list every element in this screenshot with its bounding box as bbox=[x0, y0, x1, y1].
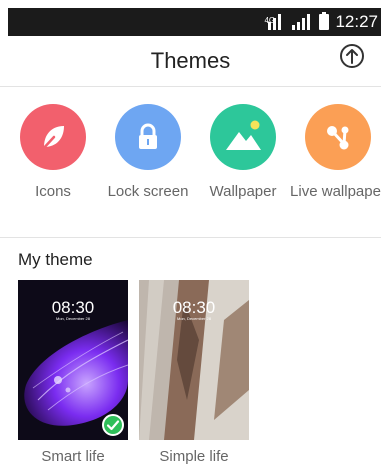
signal-icon: 4G bbox=[264, 14, 286, 30]
section-title: My theme bbox=[18, 250, 93, 269]
category-wallpaper[interactable]: Wallpaper bbox=[195, 100, 291, 202]
category-label: Lock screen bbox=[107, 183, 189, 200]
leaf-icon bbox=[20, 104, 86, 170]
theme-thumbnail: 08:30 Mon, December 28 bbox=[18, 280, 128, 440]
section-divider bbox=[0, 237, 381, 238]
status-bar-background: 4G 12:27 bbox=[8, 8, 381, 36]
category-label: Live wallpaper bbox=[290, 183, 381, 200]
theme-card-simple-life[interactable]: 08:30 Mon, December 28 Simple life bbox=[139, 280, 249, 465]
category-live-wallpaper[interactable]: Live wallpaper bbox=[290, 100, 381, 202]
status-icons: 4G 12:27 bbox=[264, 8, 378, 36]
arrow-up-circle-icon bbox=[346, 49, 358, 64]
category-label: Icons bbox=[35, 183, 71, 200]
status-time: 12:27 bbox=[335, 12, 378, 31]
category-label: Wallpaper bbox=[209, 183, 277, 200]
theme-thumbnail: 08:30 Mon, December 28 bbox=[139, 280, 249, 440]
selected-check-icon bbox=[102, 414, 124, 436]
theme-card-smart-life[interactable]: 08:30 Mon, December 28 Smart life bbox=[18, 280, 128, 465]
thumbnail-date: Mon, December 28 bbox=[176, 316, 211, 321]
network-type: 4G bbox=[264, 16, 276, 25]
theme-name: Smart life bbox=[41, 448, 105, 465]
category-lock-screen[interactable]: Lock screen bbox=[100, 100, 196, 202]
thumbnail-date: Mon, December 28 bbox=[55, 316, 90, 321]
thumbnail-time: 08:30 bbox=[172, 298, 216, 317]
thumbnail-time: 08:30 bbox=[51, 298, 95, 317]
share-nodes-icon bbox=[305, 104, 371, 170]
status-bar: 4G 12:27 bbox=[0, 0, 381, 36]
upload-button[interactable] bbox=[340, 44, 364, 68]
category-row: Icons Lock screen Wallpaper Live wallpap… bbox=[0, 100, 381, 230]
page-title: Themes bbox=[150, 48, 231, 73]
header: Themes bbox=[0, 36, 381, 86]
lock-icon bbox=[115, 104, 181, 170]
theme-name: Simple life bbox=[159, 448, 229, 465]
signal-icon-secondary bbox=[292, 14, 311, 30]
header-divider bbox=[0, 86, 381, 87]
battery-icon bbox=[319, 12, 330, 30]
category-icons[interactable]: Icons bbox=[5, 100, 101, 202]
landscape-icon bbox=[210, 104, 276, 170]
